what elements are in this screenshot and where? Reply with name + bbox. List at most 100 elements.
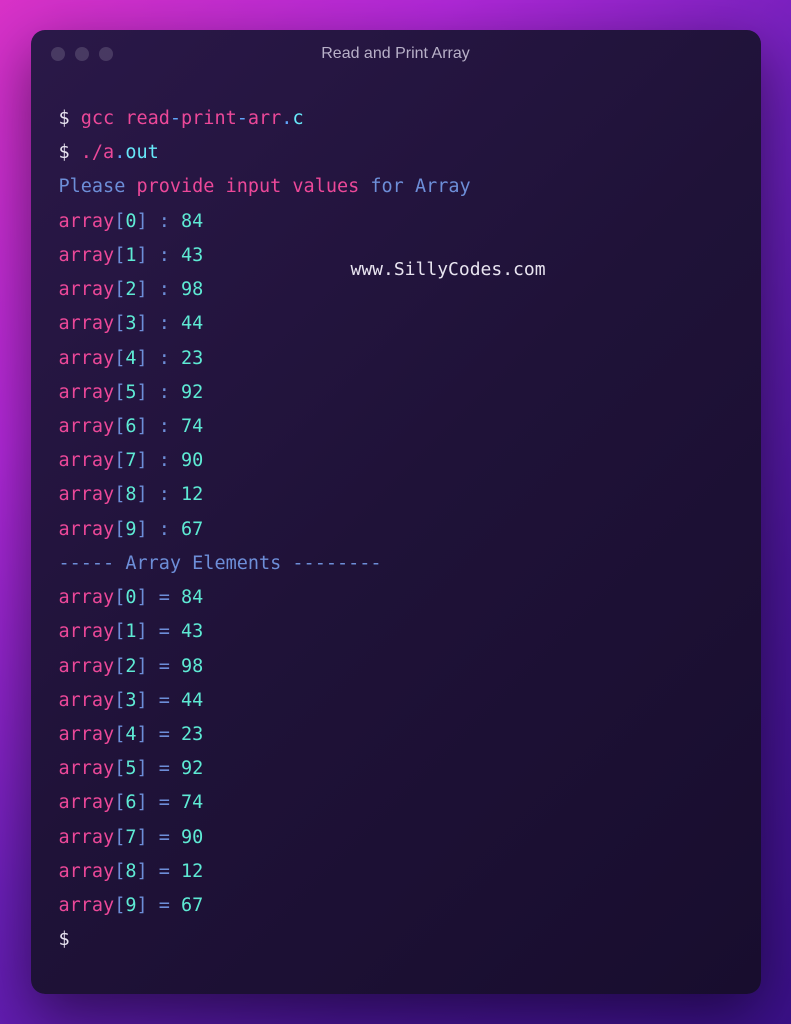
bracket-open: [ [114,792,125,813]
command-line-1: $ gcc read-print-arr.c [59,102,733,136]
array-value: 44 [181,313,203,334]
array-label: array [59,450,115,471]
array-label: array [59,382,115,403]
array-label: array [59,621,115,642]
input-line: array[0] : 84 [59,205,733,239]
array-value: 74 [181,792,203,813]
bracket-close: ] [136,313,147,334]
input-line: array[7] : 90 [59,444,733,478]
bracket-open: [ [114,656,125,677]
array-label: array [59,245,115,266]
text-please: Please [59,176,126,197]
colon: : [148,484,181,505]
output-line: array[2] = 98 [59,650,733,684]
bracket-open: [ [114,861,125,882]
input-line: array[8] : 12 [59,478,733,512]
array-value: 43 [181,621,203,642]
bracket-open: [ [114,279,125,300]
cmd-gcc: gcc read [81,108,170,129]
cmd-arr: arr [248,108,281,129]
array-label: array [59,211,115,232]
array-index: 3 [125,313,136,334]
array-index: 2 [125,656,136,677]
bracket-open: [ [114,690,125,711]
close-icon[interactable] [51,47,65,61]
array-index: 0 [125,587,136,608]
bracket-open: [ [114,895,125,916]
window-title: Read and Print Array [31,45,761,63]
array-label: array [59,758,115,779]
array-label: array [59,724,115,745]
array-value: 98 [181,279,203,300]
array-value: 67 [181,895,203,916]
minimize-icon[interactable] [75,47,89,61]
equals: = [148,792,181,813]
array-index: 4 [125,724,136,745]
cmd-dot: . [114,142,125,163]
bracket-open: [ [114,758,125,779]
cmd-ext: c [292,108,303,129]
output-line: array[6] = 74 [59,786,733,820]
cmd-dot: . [281,108,292,129]
array-label: array [59,484,115,505]
array-label: array [59,792,115,813]
array-index: 5 [125,382,136,403]
cmd-dash: - [170,108,181,129]
prompt-message: Please provide input values for Array [59,170,733,204]
array-label: array [59,313,115,334]
array-label: array [59,895,115,916]
colon: : [148,279,181,300]
array-index: 2 [125,279,136,300]
output-line: array[5] = 92 [59,752,733,786]
array-index: 6 [125,792,136,813]
bracket-close: ] [136,348,147,369]
array-index: 5 [125,758,136,779]
watermark: www.SillyCodes.com [351,253,546,286]
array-label: array [59,587,115,608]
equals: = [148,758,181,779]
equals: = [148,861,181,882]
array-label: array [59,519,115,540]
array-value: 44 [181,690,203,711]
cmd-dash2: - [237,108,248,129]
terminal-body[interactable]: www.SillyCodes.com $ gcc read-print-arr.… [31,78,761,994]
bracket-close: ] [136,827,147,848]
array-value: 90 [181,450,203,471]
title-bar: Read and Print Array [31,30,761,78]
text-input: input [226,176,282,197]
bracket-open: [ [114,724,125,745]
bracket-open: [ [114,245,125,266]
array-value: 90 [181,827,203,848]
prompt: $ [59,142,81,163]
array-index: 0 [125,211,136,232]
input-line: array[3] : 44 [59,307,733,341]
array-index: 9 [125,895,136,916]
bracket-close: ] [136,792,147,813]
bracket-open: [ [114,382,125,403]
maximize-icon[interactable] [99,47,113,61]
input-line: array[9] : 67 [59,513,733,547]
colon: : [148,450,181,471]
array-label: array [59,656,115,677]
bracket-close: ] [136,484,147,505]
bracket-close: ] [136,895,147,916]
bracket-open: [ [114,348,125,369]
colon: : [148,245,181,266]
bracket-close: ] [136,519,147,540]
text-array: Array [415,176,471,197]
final-prompt-line: $ [59,923,733,957]
bracket-close: ] [136,758,147,779]
array-value: 43 [181,245,203,266]
output-line: array[7] = 90 [59,821,733,855]
bracket-open: [ [114,827,125,848]
equals: = [148,656,181,677]
bracket-close: ] [136,382,147,403]
array-index: 1 [125,621,136,642]
sep-text2: Elements [192,553,281,574]
equals: = [148,895,181,916]
array-value: 23 [181,724,203,745]
colon: : [148,313,181,334]
cmd-run: ./a [81,142,114,163]
text-for: for [370,176,403,197]
bracket-close: ] [136,690,147,711]
